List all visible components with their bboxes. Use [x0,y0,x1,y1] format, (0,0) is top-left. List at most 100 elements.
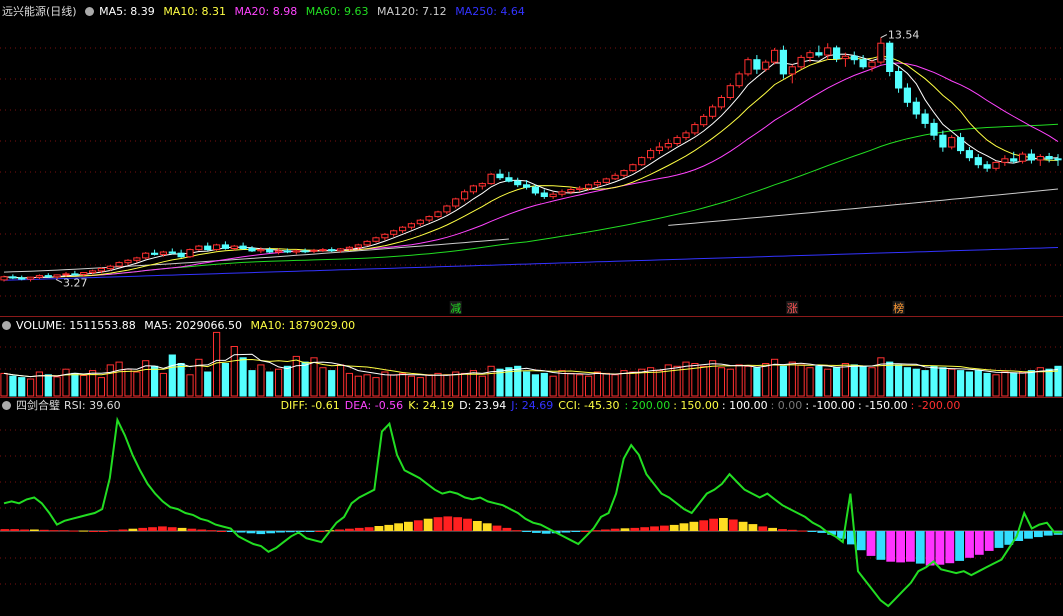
candle-body [1019,153,1027,162]
volume-bar [815,365,823,397]
candlestick-chart[interactable]: 13.54 3.27 减 涨 榜 [0,0,1063,316]
candle-body [372,237,380,242]
diff-label: DIFF: -0.61 [280,399,340,412]
volume-bar [416,377,424,397]
macd-bar [876,531,886,560]
macd-bar [610,528,620,531]
volume-bar [895,364,903,397]
volume-bar [921,370,929,397]
volume-ma10-label: MA10: 1879029.00 [250,319,356,332]
volume-bar [567,372,575,397]
candle-body [186,249,194,258]
candle-body [540,192,548,197]
macd-bar [276,531,285,533]
ma10-line [3,55,1059,279]
candle-body [700,115,708,126]
rsi-line [3,416,1062,608]
macd-bar [532,531,541,533]
candle-body [71,273,79,276]
candle-body [461,191,469,200]
macd-bar [915,531,925,564]
macd-bar [660,525,669,531]
volume-settings-icon[interactable] [2,321,11,330]
volume-bar [487,365,495,397]
settings-icon[interactable] [85,7,95,16]
volume-bar [965,371,973,397]
candle-body [673,137,681,145]
volume-bar [44,374,52,397]
candle-body [921,113,929,124]
macd-bar [492,525,502,531]
volume-bar [9,375,17,397]
ma10-label: MA10: 8.31 [163,5,227,18]
macd-bar [807,531,817,532]
macd-bar [906,531,915,562]
macd-bar [10,529,20,531]
macd-bar [49,530,59,532]
candle-body [239,245,247,250]
macd-bar [758,526,768,531]
stock-title[interactable]: 远兴能源(日线) [2,5,77,18]
macd-bar [59,530,69,532]
level-200: : 200.00 [624,399,671,412]
volume-bar [0,372,8,397]
macd-bar [512,530,522,532]
volume-bar [611,374,619,397]
candle-body [806,52,814,58]
candle-body [1027,153,1036,161]
candle-body [416,219,424,225]
macd-bar [571,531,581,532]
macd-bar [886,531,896,562]
indicator-name[interactable]: 四剑合璧 [16,399,60,412]
candle-body [567,189,575,193]
candle-body [9,276,17,279]
volume-bar [390,374,398,397]
volume-bar [1010,372,1018,397]
macd-bar [797,530,807,532]
macd-bar [305,531,315,532]
volume-bar [337,364,345,397]
candle-body [248,248,256,252]
macd-bar [984,531,994,551]
level-100: : 100.00 [721,399,768,412]
candle-body [664,143,672,148]
macd-bar [364,527,374,531]
candle-body [930,122,938,136]
macd-bar [502,527,512,531]
macd-bar [719,518,728,531]
candle-body [292,250,300,253]
candle-body [319,249,327,252]
candle-body [558,191,566,195]
low-marker [55,279,63,283]
volume-bar [602,372,610,397]
candle-body [345,246,353,250]
volume-bar [186,374,194,397]
macd-bar [728,519,738,531]
candle-body [301,250,309,253]
indicator-settings-icon[interactable] [2,401,11,410]
volume-bar [939,367,947,397]
volume-bar [345,372,353,397]
macd-bar [177,527,187,531]
macd-bar [148,527,157,531]
volume-bar [593,371,601,397]
candle-body [452,198,460,207]
candle-body [0,276,8,281]
candle-body [89,270,97,274]
volume-bar [576,374,584,397]
high-marker [880,34,888,39]
volume-header: VOLUME: 1511553.88 MA5: 2029066.50 MA10:… [2,319,360,332]
candle-body [159,251,168,255]
candle-body [523,184,531,188]
volume-bar [797,364,805,397]
price-panel: 远兴能源(日线) MA5: 8.39 MA10: 8.31 MA20: 8.98… [0,0,1063,316]
indicator-chart[interactable] [0,398,1063,616]
macd-bar [236,531,246,533]
volume-bar [80,375,88,397]
volume-bar [850,364,858,397]
macd-bar [167,527,177,531]
volume-bar [735,364,743,397]
volume-bar [700,365,708,397]
candle-body [629,164,637,172]
macd-bar [128,528,138,531]
